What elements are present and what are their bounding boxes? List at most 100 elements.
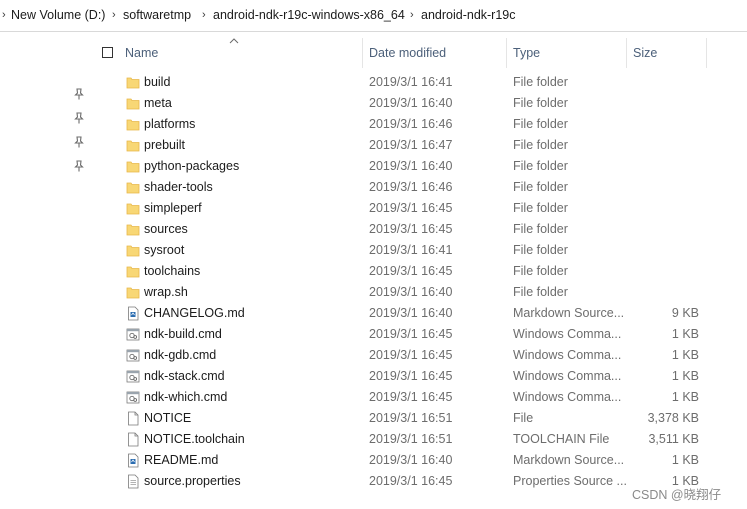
file-type: File folder xyxy=(513,264,568,278)
column-size[interactable]: Size xyxy=(627,38,707,68)
select-all-checkbox[interactable] xyxy=(102,47,113,58)
file-type: File folder xyxy=(513,117,568,131)
file-name: simpleperf xyxy=(144,201,202,215)
file-row[interactable]: sources 2019/3/1 16:45 File folder xyxy=(92,219,732,240)
folder-icon xyxy=(126,138,140,153)
file-row[interactable]: platforms 2019/3/1 16:46 File folder xyxy=(92,114,732,135)
file-row[interactable]: python-packages 2019/3/1 16:40 File folder xyxy=(92,156,732,177)
file-size: 1 KB xyxy=(671,390,699,404)
file-row[interactable]: simpleperf 2019/3/1 16:45 File folder xyxy=(92,198,732,219)
file-date-modified: 2019/3/1 16:45 xyxy=(369,264,453,278)
file-name: ndk-build.cmd xyxy=(144,327,222,341)
file-type: File folder xyxy=(513,285,568,299)
file-row[interactable]: sysroot 2019/3/1 16:41 File folder xyxy=(92,240,732,261)
file-row[interactable]: toolchains 2019/3/1 16:45 File folder xyxy=(92,261,732,282)
markdown-file-icon xyxy=(126,306,140,321)
address-bar[interactable]: › New Volume (D:) › softwaretmp › androi… xyxy=(0,0,747,32)
file-name: platforms xyxy=(144,117,196,131)
file-size: 3,511 KB xyxy=(648,432,699,446)
file-row[interactable]: meta 2019/3/1 16:40 File folder xyxy=(92,93,732,114)
file-date-modified: 2019/3/1 16:40 xyxy=(369,159,453,173)
file-type: TOOLCHAIN File xyxy=(513,432,610,446)
file-name: README.md xyxy=(144,453,219,467)
file-row[interactable]: ndk-stack.cmd 2019/3/1 16:45 Windows Comma… xyxy=(92,366,732,387)
chevron-right-icon[interactable]: › xyxy=(202,9,206,21)
file-name: meta xyxy=(144,96,172,110)
file-name: prebuilt xyxy=(144,138,185,152)
column-date-modified[interactable]: Date modified xyxy=(363,38,507,68)
cmd-file-icon xyxy=(126,369,140,384)
file-row[interactable]: ndk-build.cmd 2019/3/1 16:45 Windows Comma… xyxy=(92,324,732,345)
file-row[interactable]: build 2019/3/1 16:41 File folder xyxy=(92,72,732,93)
breadcrumb-item-drive[interactable]: New Volume (D:) xyxy=(11,8,105,22)
folder-icon xyxy=(126,243,140,258)
pin-icon[interactable] xyxy=(74,88,84,100)
file-row[interactable]: wrap.sh 2019/3/1 16:40 File folder xyxy=(92,282,732,303)
file-row[interactable]: NOTICE.toolchain 2019/3/1 16:51 TOOLCHAIN … xyxy=(92,429,732,450)
file-name: build xyxy=(144,75,171,89)
cmd-file-icon xyxy=(126,327,140,342)
file-name: NOTICE xyxy=(144,411,192,425)
cmd-file-icon xyxy=(126,390,140,405)
file-row[interactable]: prebuilt 2019/3/1 16:47 File folder xyxy=(92,135,732,156)
chevron-right-icon[interactable]: › xyxy=(410,9,414,21)
file-date-modified: 2019/3/1 16:45 xyxy=(369,390,453,404)
file-name: ndk-stack.cmd xyxy=(144,369,225,383)
pin-icon[interactable] xyxy=(74,112,84,124)
column-name[interactable]: Name xyxy=(119,38,363,68)
file-type: File folder xyxy=(513,180,568,194)
file-row[interactable]: CHANGELOG.md 2019/3/1 16:40 Markdown Sourc… xyxy=(92,303,732,324)
file-name: sources xyxy=(144,222,188,236)
file-row[interactable]: NOTICE 2019/3/1 16:51 File 3,378 KB xyxy=(92,408,732,429)
file-name: wrap.sh xyxy=(144,285,188,299)
properties-file-icon xyxy=(126,474,140,489)
file-type: Properties Source ... xyxy=(513,474,627,488)
file-date-modified: 2019/3/1 16:40 xyxy=(369,453,453,467)
file-date-modified: 2019/3/1 16:45 xyxy=(369,348,453,362)
chevron-right-icon[interactable]: › xyxy=(112,9,116,21)
markdown-file-icon xyxy=(126,453,140,468)
file-date-modified: 2019/3/1 16:51 xyxy=(369,411,453,425)
file-date-modified: 2019/3/1 16:45 xyxy=(369,327,453,341)
column-header: Name Date modified Type Size xyxy=(92,38,747,68)
file-row[interactable]: ndk-gdb.cmd 2019/3/1 16:45 Windows Comma..… xyxy=(92,345,732,366)
file-date-modified: 2019/3/1 16:40 xyxy=(369,285,453,299)
file-row[interactable]: ndk-which.cmd 2019/3/1 16:45 Windows Comma… xyxy=(92,387,732,408)
folder-icon xyxy=(126,180,140,195)
breadcrumb-item-ndk[interactable]: android-ndk-r19c xyxy=(421,8,516,22)
file-date-modified: 2019/3/1 16:45 xyxy=(369,369,453,383)
file-name: source.properties xyxy=(144,474,241,488)
navigation-pane xyxy=(0,32,92,509)
folder-icon xyxy=(126,222,140,237)
blank-file-icon xyxy=(126,411,140,426)
folder-icon xyxy=(126,285,140,300)
pin-icon[interactable] xyxy=(74,136,84,148)
folder-icon xyxy=(126,117,140,132)
file-name: toolchains xyxy=(144,264,201,278)
column-type[interactable]: Type xyxy=(507,38,627,68)
file-date-modified: 2019/3/1 16:45 xyxy=(369,222,453,236)
file-type: Windows Comma... xyxy=(513,348,622,362)
folder-icon xyxy=(126,264,140,279)
file-type: Windows Comma... xyxy=(513,390,622,404)
breadcrumb-item-softwaretmp[interactable]: softwaretmp xyxy=(123,8,191,22)
chevron-right-icon[interactable]: › xyxy=(2,9,6,21)
file-date-modified: 2019/3/1 16:51 xyxy=(369,432,453,446)
folder-icon xyxy=(126,159,140,174)
breadcrumb-item-ndk-windows[interactable]: android-ndk-r19c-windows-x86_64 xyxy=(213,8,405,22)
file-type: File xyxy=(513,411,534,425)
file-size: 3,378 KB xyxy=(647,411,699,425)
file-date-modified: 2019/3/1 16:40 xyxy=(369,306,453,320)
file-type: File folder xyxy=(513,201,568,215)
folder-icon xyxy=(126,75,140,90)
file-name: shader-tools xyxy=(144,180,213,194)
file-row[interactable]: shader-tools 2019/3/1 16:46 File folder xyxy=(92,177,732,198)
file-date-modified: 2019/3/1 16:40 xyxy=(369,96,453,110)
file-date-modified: 2019/3/1 16:45 xyxy=(369,474,453,488)
file-date-modified: 2019/3/1 16:45 xyxy=(369,201,453,215)
file-type: Windows Comma... xyxy=(513,369,622,383)
pin-icon[interactable] xyxy=(74,160,84,172)
file-type: Windows Comma... xyxy=(513,327,622,341)
file-type: File folder xyxy=(513,75,568,89)
file-row[interactable]: README.md 2019/3/1 16:40 Markdown Source..… xyxy=(92,450,732,471)
